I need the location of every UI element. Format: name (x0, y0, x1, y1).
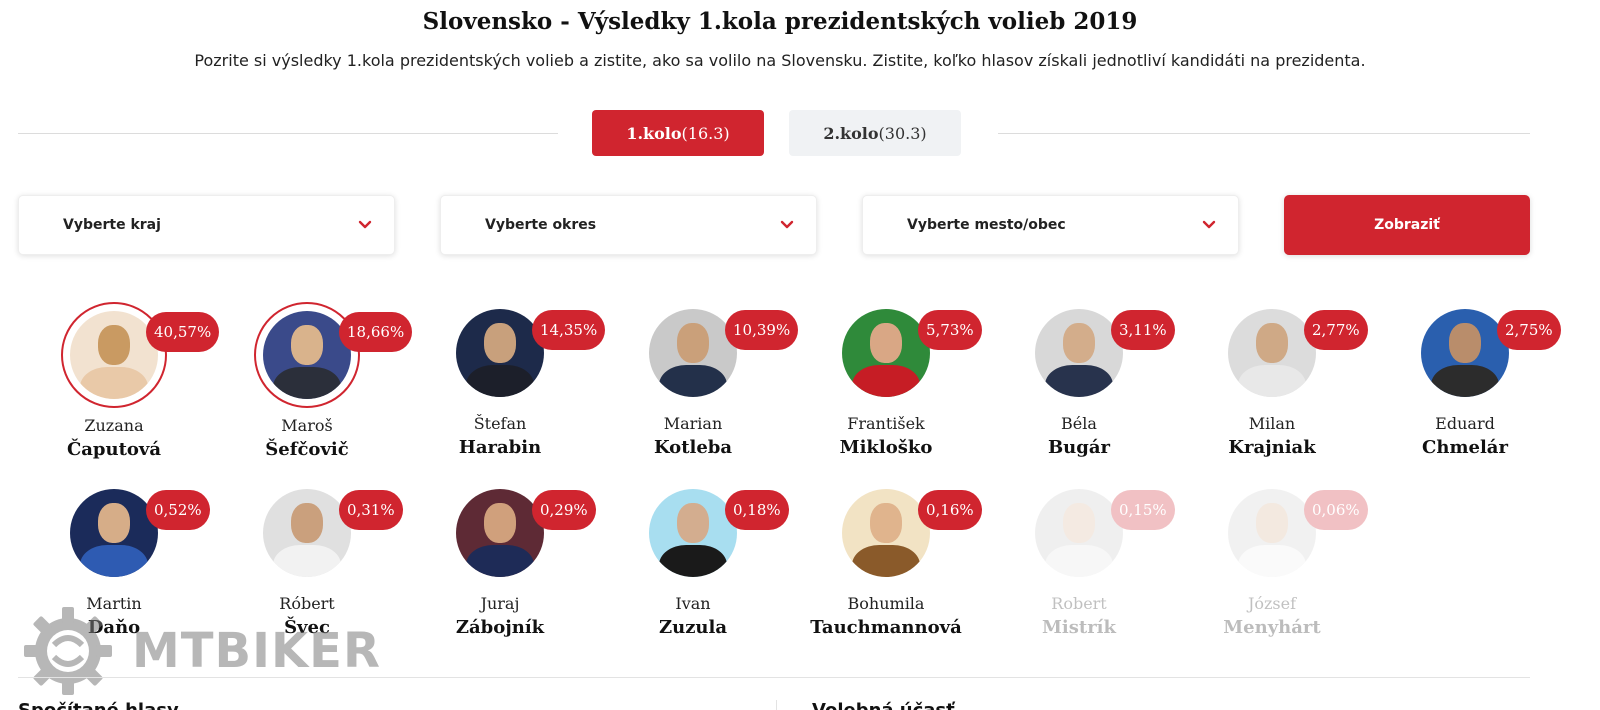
candidate-percent-badge: 2,75% (1497, 310, 1561, 350)
section-divider (18, 677, 1530, 678)
candidate-last-name: Menyhárt (1223, 617, 1321, 638)
show-results-button[interactable]: Zobraziť (1284, 195, 1530, 255)
candidate-last-name: Mikloško (839, 437, 933, 458)
candidate-percent-badge: 5,73% (918, 310, 982, 350)
candidate-card[interactable]: 0,16% Bohumila Tauchmannová (790, 482, 982, 652)
candidate-photo (842, 489, 930, 577)
candidate-last-name: Šefčovič (265, 439, 349, 460)
candidate-last-name: Krajniak (1228, 437, 1316, 458)
candidate-first-name: Bohumila (847, 594, 925, 613)
candidate-percent-badge: 0,31% (339, 490, 403, 530)
candidate-percent-badge: 0,16% (918, 490, 982, 530)
candidate-last-name: Zábojník (455, 617, 545, 638)
turnout-heading: Volebná účasť (812, 700, 955, 710)
candidate-card[interactable]: 0,15% Robert Mistrík (983, 482, 1175, 652)
candidate-photo (456, 309, 544, 397)
page-subtitle: Pozrite si výsledky 1.kola prezidentskýc… (194, 51, 1366, 70)
candidate-percent-badge: 40,57% (146, 312, 220, 352)
town-select[interactable]: Vyberte mesto/obec (862, 195, 1239, 255)
candidate-photo (649, 489, 737, 577)
candidate-percent-badge: 0,29% (532, 490, 596, 530)
candidate-last-name: Harabin (458, 437, 542, 458)
candidate-first-name: Marian (663, 414, 723, 433)
candidate-first-name: Juraj (480, 594, 520, 613)
candidate-percent-badge: 0,06% (1304, 490, 1368, 530)
town-select-label: Vyberte mesto/obec (907, 217, 1066, 233)
candidate-photo (1228, 489, 1316, 577)
candidate-photo (1421, 309, 1509, 397)
candidate-first-name: Milan (1248, 414, 1296, 433)
tab-round-1[interactable]: 1.kolo (16.3) (592, 110, 764, 156)
candidate-last-name: Chmelár (1422, 437, 1508, 458)
candidate-card[interactable]: 0,18% Ivan Zuzula (597, 482, 789, 652)
candidate-percent-badge: 3,11% (1111, 310, 1175, 350)
candidate-card[interactable]: 0,06% József Menyhárt (1176, 482, 1368, 652)
candidate-card[interactable]: 10,39% Marian Kotleba (597, 302, 799, 472)
candidate-photo (649, 309, 737, 397)
region-select[interactable]: Vyberte kraj (18, 195, 395, 255)
candidate-photo (1035, 489, 1123, 577)
candidate-first-name: Béla (1061, 414, 1097, 433)
district-select-label: Vyberte okres (485, 217, 597, 233)
gear-icon (24, 607, 112, 695)
tab-round-2-date: (30.3) (878, 123, 927, 143)
tab-round-2[interactable]: 2.kolo (30.3) (789, 110, 961, 156)
candidate-percent-badge: 18,66% (339, 312, 413, 352)
candidate-photo (1035, 309, 1123, 397)
candidate-card[interactable]: 3,11% Béla Bugár (983, 302, 1175, 472)
candidate-photo (70, 311, 158, 399)
district-select[interactable]: Vyberte okres (440, 195, 817, 255)
tab-round-1-date: (16.3) (681, 123, 730, 143)
candidate-last-name: Mistrík (1041, 617, 1116, 638)
tab-round-1-label: 1.kolo (626, 123, 682, 143)
section-vertical-divider (776, 700, 777, 710)
candidate-percent-badge: 14,35% (532, 310, 606, 350)
region-select-label: Vyberte kraj (63, 217, 161, 233)
candidate-card[interactable]: 0,29% Juraj Zábojník (404, 482, 596, 652)
candidate-first-name: Maroš (281, 416, 333, 435)
candidate-card[interactable]: 18,66% Maroš Šefčovič (211, 302, 413, 472)
candidate-last-name: Tauchmannová (810, 617, 962, 638)
watermark-text: MTBIKER (132, 623, 381, 679)
chevron-down-icon (780, 220, 794, 229)
chevron-down-icon (1202, 220, 1216, 229)
candidate-percent-badge: 2,77% (1304, 310, 1368, 350)
candidate-photo (70, 489, 158, 577)
candidate-percent-badge: 0,52% (146, 490, 210, 530)
candidate-photo (1228, 309, 1316, 397)
candidate-photo (263, 311, 351, 399)
candidate-first-name: František (847, 414, 925, 433)
candidate-card[interactable]: 5,73% František Mikloško (790, 302, 982, 472)
candidate-percent-badge: 10,39% (725, 310, 799, 350)
tab-round-2-label: 2.kolo (823, 123, 879, 143)
candidate-photo (456, 489, 544, 577)
candidate-first-name: Zuzana (84, 416, 144, 435)
candidate-last-name: Bugár (1047, 437, 1111, 458)
candidate-card[interactable]: 2,75% Eduard Chmelár (1369, 302, 1561, 472)
counted-votes-heading: Spočítané hlasy (18, 700, 179, 710)
divider-left (18, 133, 558, 134)
candidate-last-name: Čaputová (66, 439, 162, 460)
candidate-card[interactable]: 40,57% Zuzana Čaputová (18, 302, 220, 472)
candidate-first-name: Štefan (473, 414, 527, 433)
watermark-logo: MTBIKER (22, 605, 402, 695)
candidate-card[interactable]: 14,35% Štefan Harabin (404, 302, 606, 472)
candidate-photo (263, 489, 351, 577)
page-title: Slovensko - Výsledky 1.kola prezidentský… (422, 8, 1138, 35)
candidate-photo (842, 309, 930, 397)
candidate-last-name: Kotleba (653, 437, 733, 458)
chevron-down-icon (358, 220, 372, 229)
candidate-last-name: Zuzula (658, 617, 728, 638)
candidate-card[interactable]: 2,77% Milan Krajniak (1176, 302, 1368, 472)
candidate-first-name: Ivan (675, 594, 711, 613)
candidate-first-name: Robert (1051, 594, 1107, 613)
candidate-percent-badge: 0,18% (725, 490, 789, 530)
candidate-percent-badge: 0,15% (1111, 490, 1175, 530)
candidate-first-name: József (1247, 594, 1297, 613)
candidate-first-name: Eduard (1435, 414, 1495, 433)
divider-right (998, 133, 1530, 134)
